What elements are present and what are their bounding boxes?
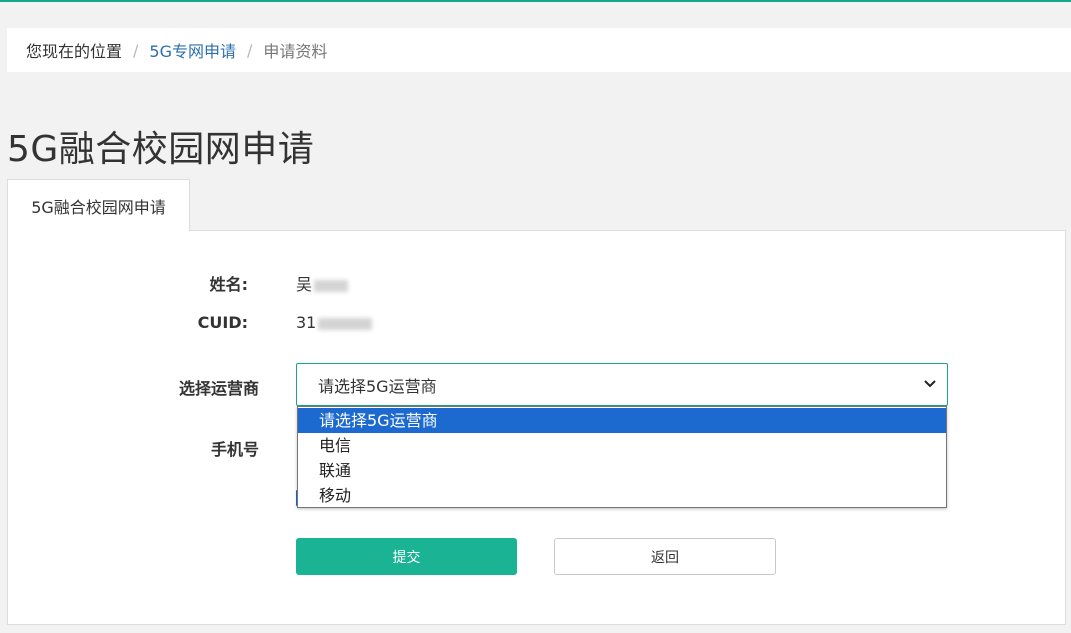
carrier-select[interactable]: 请选择5G运营商	[296, 363, 948, 406]
carrier-option-telecom[interactable]: 电信	[298, 433, 946, 458]
name-value-text: 吴	[296, 275, 313, 294]
redacted-mask	[318, 317, 373, 330]
breadcrumb-home: 您现在的位置	[26, 42, 123, 61]
redacted-mask	[314, 279, 349, 292]
tab-5g-campus-application[interactable]: 5G融合校园网申请	[7, 179, 190, 231]
carrier-dropdown-list: 请选择5G运营商 电信 联通 移动	[297, 406, 947, 508]
page-title: 5G融合校园网申请	[7, 129, 315, 170]
cuid-value: 31	[296, 313, 373, 332]
top-accent-line	[0, 0, 1071, 2]
name-label: 姓名:	[209, 275, 248, 294]
submit-button[interactable]: 提交	[296, 538, 517, 575]
carrier-option-unicom[interactable]: 联通	[298, 458, 946, 483]
carrier-option-placeholder[interactable]: 请选择5G运营商	[298, 408, 946, 433]
carrier-select-value: 请选择5G运营商	[318, 376, 437, 396]
cuid-label: CUID:	[197, 313, 248, 332]
breadcrumb-separator: /	[247, 40, 253, 60]
carrier-label: 选择运营商	[178, 379, 259, 398]
back-button[interactable]: 返回	[554, 538, 776, 575]
phone-label: 手机号	[210, 440, 259, 459]
chevron-down-icon	[924, 380, 936, 388]
cuid-value-text: 31	[296, 313, 317, 332]
breadcrumb-link-5g-network[interactable]: 5G专网申请	[149, 38, 236, 62]
breadcrumb-separator: /	[133, 40, 139, 60]
breadcrumb-current: 申请资料	[263, 42, 328, 61]
carrier-option-mobile[interactable]: 移动	[298, 483, 946, 508]
breadcrumb: 您现在的位置 / 5G专网申请 / 申请资料	[7, 28, 1071, 72]
name-value: 吴	[296, 271, 349, 295]
